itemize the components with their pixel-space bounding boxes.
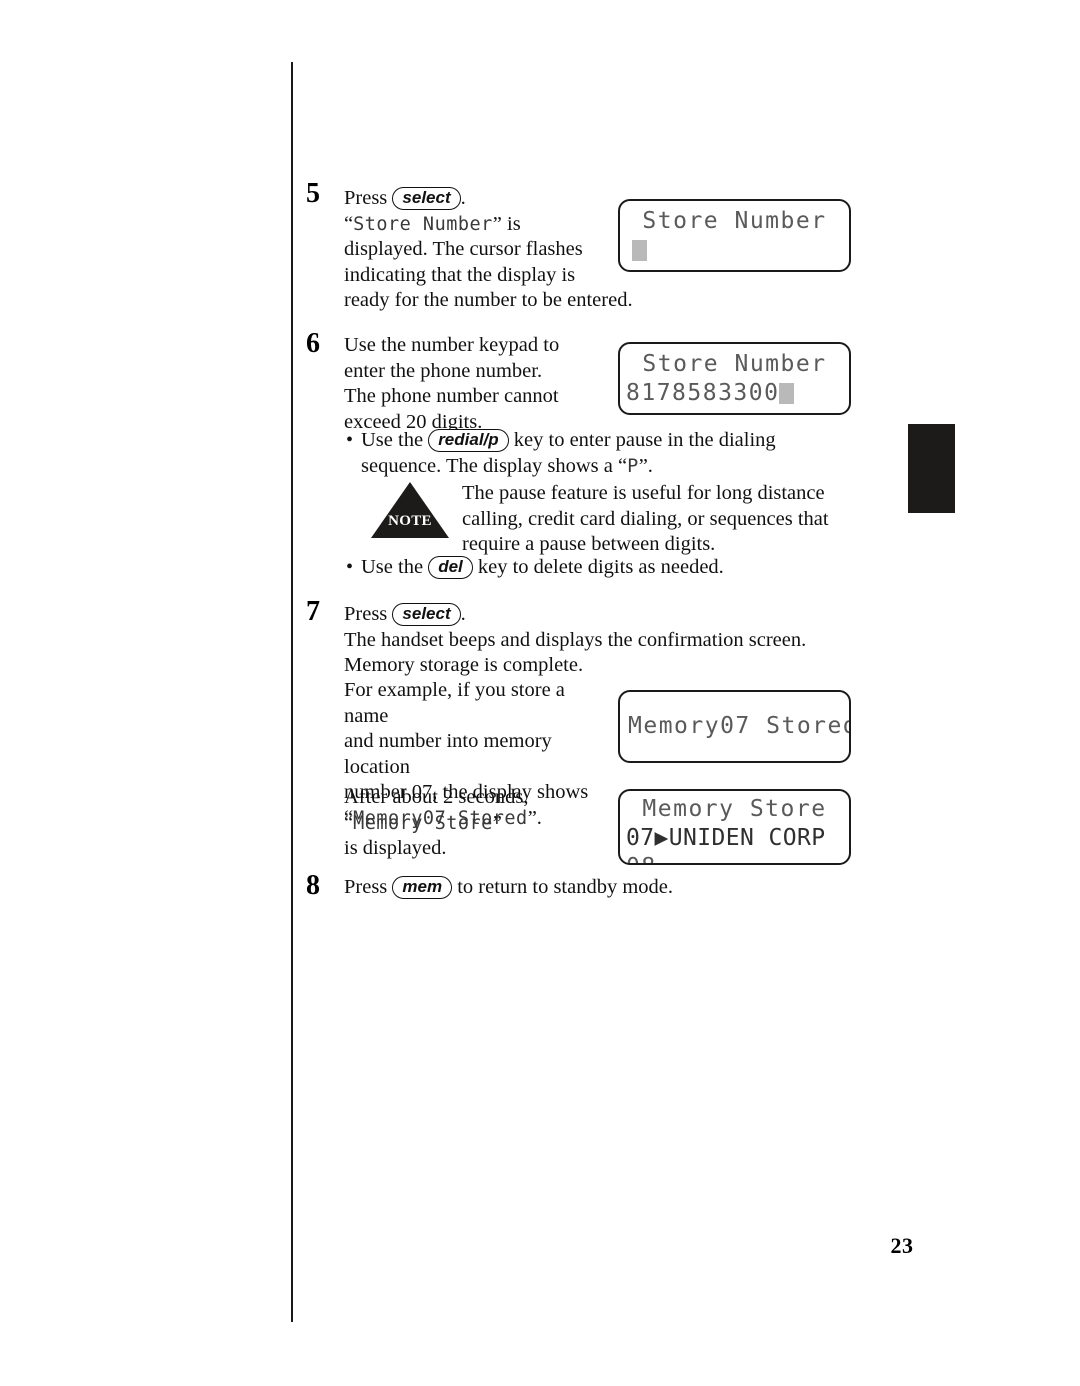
lcd3-line-1: Memory07 Stored	[628, 713, 851, 739]
example-line-2: and number into memory location	[344, 730, 552, 778]
step-7-press-label: Press	[344, 603, 393, 625]
redial-p-key[interactable]: redial/p	[428, 429, 509, 452]
step-7-after-text: After about 2 seconds, “Memory Store” is…	[344, 785, 614, 862]
lcd4-line-2: 07▶UNIDEN CORP	[626, 825, 826, 851]
lcd-cursor-block	[779, 383, 795, 404]
step-8-number: 8	[306, 870, 320, 901]
bullet-del-pre: Use the	[361, 556, 429, 578]
step-5-press-label: Press	[344, 187, 393, 209]
step-6-line-1: Use the number keypad to	[344, 334, 560, 356]
step-7-period: .	[460, 603, 466, 625]
lcd4-line-3: 08	[626, 853, 837, 863]
example-line-1: For example, if you store a name	[344, 679, 565, 727]
note-line-2: calling, credit card dialing, or sequenc…	[462, 507, 829, 530]
lcd-screen-memory-store-list: Memory Store 07▶UNIDEN CORP 08	[618, 789, 851, 865]
bullet-del-line-1: Use the del key to delete digits as need…	[344, 555, 874, 581]
lcd-screen-store-number-entered: Store Number 8178583300	[618, 342, 851, 415]
step-8-line-1-tail: to return to standby mode.	[452, 876, 674, 898]
lcd-cursor-block	[632, 240, 647, 261]
step-6-bullet-del: Use the del key to delete digits as need…	[344, 555, 874, 581]
step-6-number: 6	[306, 328, 320, 359]
lcd1-line-1: Store Number	[642, 208, 827, 234]
bullet-del-mid: key to delete digits as needed.	[472, 556, 724, 578]
bullet-redial-mid: key to enter pause in the dialing	[508, 429, 776, 451]
page-number: 23	[890, 1233, 914, 1258]
lcd2-line-1: Store Number	[642, 351, 827, 377]
chapter-thumb-tab	[908, 424, 955, 513]
step-5-period: .	[460, 187, 466, 209]
left-margin-rule	[291, 62, 293, 1322]
step-8-text: Press mem to return to standby mode.	[344, 875, 874, 901]
close-quote: ”	[492, 811, 502, 834]
step-7-text: Press select. The handset beeps and disp…	[344, 602, 874, 679]
bullet-redial-line2-post: ”.	[638, 454, 653, 477]
lcd-screen-memory07-stored: Memory07 Stored	[618, 690, 851, 763]
step-5-text: Press select. “Store Number” is displaye…	[344, 186, 634, 314]
step-5-number: 5	[306, 178, 320, 209]
step-5-line-2: “Store Number” is	[344, 212, 634, 238]
bullet-redial-line-1: Use the redial/p key to enter pause in t…	[344, 428, 874, 454]
inline-lcd-store-number: Store Number	[353, 213, 493, 235]
select-key[interactable]: select	[392, 187, 461, 210]
lcd1-line-2	[632, 236, 837, 265]
step-7-line-1: Press select.	[344, 602, 874, 628]
step-7-line-2: The handset beeps and displays the confi…	[344, 628, 807, 651]
open-quote: “	[344, 212, 354, 235]
after-line-1: After about 2 seconds,	[344, 786, 529, 808]
after-line-2: “Memory Store”	[344, 811, 614, 837]
after-line-3: is displayed.	[344, 837, 447, 859]
select-key[interactable]: select	[392, 603, 461, 626]
step-6-line-3: The phone number cannot	[344, 385, 559, 407]
open-quote: “	[344, 811, 354, 834]
step-7-number: 7	[306, 596, 320, 627]
step-6-line-2: enter the phone number.	[344, 359, 543, 382]
step-8-press-label: Press	[344, 876, 393, 898]
note-label: NOTE	[388, 513, 432, 529]
note-body-text: The pause feature is useful for long dis…	[462, 481, 862, 558]
note-line-3: require a pause between digits.	[462, 533, 716, 555]
step-6-bullet-redial: Use the redial/p key to enter pause in t…	[344, 428, 874, 479]
step-5-line-3: displayed. The cursor flashes	[344, 238, 583, 260]
step-5-line-4: indicating that the display is	[344, 263, 576, 286]
del-key[interactable]: del	[428, 556, 473, 579]
lcd2-line-2: 8178583300	[626, 379, 837, 408]
step-7-line-3: Memory storage is complete.	[344, 654, 584, 676]
manual-page: 5 Press select. “Store Number” is displa…	[0, 0, 1080, 1386]
bullet-redial-line-2: sequence. The display shows a “P”.	[344, 454, 874, 480]
lcd2-number: 8178583300	[626, 380, 780, 406]
lcd-screen-store-number-empty: Store Number	[618, 199, 851, 272]
inline-lcd-pause-char: P	[627, 455, 639, 477]
bullet-redial-line2-pre: sequence. The display shows a “	[361, 454, 628, 477]
step-5-line-1: Press select.	[344, 186, 634, 212]
lcd4-line-1: Memory Store	[642, 796, 827, 822]
step-5-line-5: ready for the number to be entered.	[344, 289, 633, 311]
mem-key[interactable]: mem	[392, 876, 453, 899]
close-quote: ”	[492, 212, 502, 235]
bullet-redial-pre: Use the	[361, 429, 429, 451]
step-5-line-2-tail: is	[501, 212, 521, 235]
step-8-line-1: Press mem to return to standby mode.	[344, 875, 874, 901]
step-6-text: Use the number keypad to enter the phone…	[344, 333, 614, 435]
note-line-1: The pause feature is useful for long dis…	[462, 482, 825, 504]
inline-lcd-memory-store: Memory Store	[353, 812, 493, 834]
